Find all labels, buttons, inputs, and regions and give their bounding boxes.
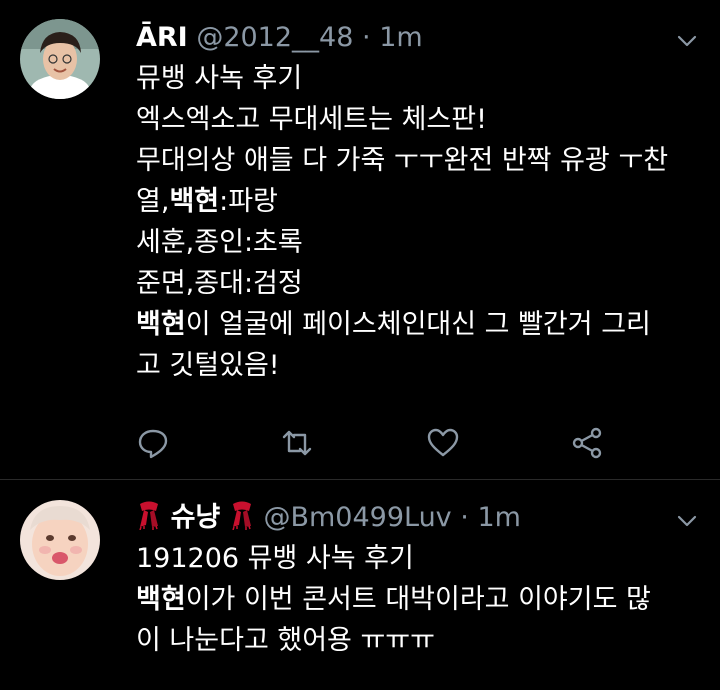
text-span: 엑스엑소고 무대세트는 체스판! — [136, 104, 487, 135]
red-scarf-emoji-icon — [139, 501, 158, 530]
text-line: 준면,종대:검정 — [136, 263, 706, 304]
text-span: 준면,종대:검정 — [136, 268, 303, 299]
tweet-header: ĀRI @2012__48 · 1m — [136, 20, 423, 56]
text-line: 세훈,종인:초록 — [136, 222, 706, 263]
text-line: 191206 뮤뱅 사녹 후기 — [136, 538, 706, 579]
text-span: 이가 이번 콘서트 대박이라고 이야기도 많 — [185, 584, 651, 615]
text-line: 무대의상 애들 다 가죽 ㅜㅜ완전 반짝 유광 ㅜ찬 — [136, 140, 706, 181]
text-line: 열,백현:파랑 — [136, 181, 706, 222]
handle[interactable]: @Bm0499Luv — [263, 502, 451, 533]
text-line: 뮤뱅 사녹 후기 — [136, 58, 706, 99]
tweet-header: 슈냥 @Bm0499Luv · 1m — [136, 500, 521, 536]
timestamp[interactable]: 1m — [477, 502, 520, 533]
red-scarf-emoji-icon — [232, 501, 251, 530]
text-span: 이 얼굴에 페이스체인대신 그 빨간거 그리 — [185, 309, 651, 340]
display-name[interactable]: ĀRI — [136, 22, 188, 53]
retweet-icon[interactable] — [280, 425, 314, 461]
share-icon[interactable] — [570, 425, 604, 461]
text-span: 열, — [136, 186, 170, 217]
handle[interactable]: @2012__48 — [196, 22, 353, 53]
tweet-text: 191206 뮤뱅 사녹 후기 백현이가 이번 콘서트 대박이라고 이야기도 많… — [136, 538, 706, 661]
bold-name: 백현 — [136, 584, 186, 615]
reply-icon[interactable] — [136, 425, 170, 461]
tweet-2[interactable]: 슈냥 @Bm0499Luv · 1m 191206 뮤뱅 사녹 후기 백현이가 … — [0, 480, 720, 690]
text-span: 뮤뱅 사녹 후기 — [136, 63, 303, 94]
tweet-text: 뮤뱅 사녹 후기 엑스엑소고 무대세트는 체스판! 무대의상 애들 다 가죽 ㅜ… — [136, 58, 706, 386]
text-line: 이 나눈다고 했어용 ㅠㅠㅠ — [136, 620, 706, 661]
tweet-1[interactable]: ĀRI @2012__48 · 1m 뮤뱅 사녹 후기 엑스엑소고 무대세트는 … — [0, 0, 720, 480]
timestamp[interactable]: 1m — [379, 22, 422, 53]
display-name[interactable]: 슈냥 — [171, 502, 221, 533]
text-span: :파랑 — [219, 186, 278, 217]
text-line: 백현이 얼굴에 페이스체인대신 그 빨간거 그리 — [136, 304, 706, 345]
text-span: 무대의상 애들 다 가죽 ㅜㅜ완전 반짝 유광 ㅜ찬 — [136, 145, 669, 176]
text-line: 엑스엑소고 무대세트는 체스판! — [136, 99, 706, 140]
chevron-down-icon[interactable] — [676, 30, 698, 52]
chevron-down-icon[interactable] — [676, 510, 698, 532]
text-line: 고 깃털있음! — [136, 345, 706, 386]
text-span: 고 깃털있음! — [136, 350, 280, 381]
text-span: 이 나눈다고 했어용 ㅠㅠㅠ — [136, 625, 435, 656]
avatar[interactable] — [20, 500, 100, 580]
text-line: 백현이가 이번 콘서트 대박이라고 이야기도 많 — [136, 579, 706, 620]
bold-name: 백현 — [136, 309, 186, 340]
separator: · — [460, 502, 469, 533]
avatar[interactable] — [20, 19, 100, 99]
tweet-actions — [136, 425, 616, 465]
text-span: 세훈,종인:초록 — [136, 227, 303, 258]
profile-photo-icon — [20, 19, 100, 99]
bold-name: 백현 — [169, 186, 220, 217]
separator: · — [362, 22, 371, 53]
text-span: 191206 뮤뱅 사녹 후기 — [136, 543, 414, 574]
like-icon[interactable] — [426, 425, 460, 461]
profile-photo-icon — [20, 500, 100, 580]
